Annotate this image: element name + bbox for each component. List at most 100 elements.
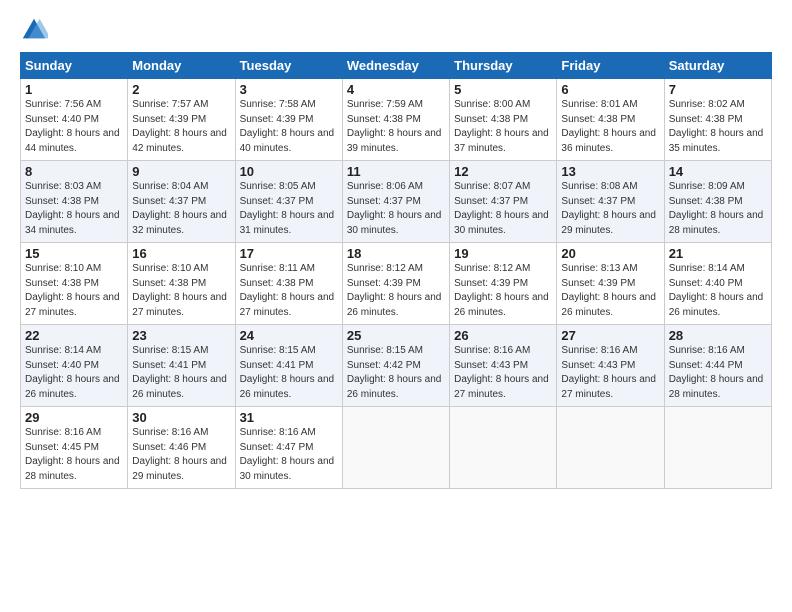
- calendar-cell: 3 Sunrise: 7:58 AMSunset: 4:39 PMDayligh…: [235, 79, 342, 161]
- day-number: 31: [240, 410, 338, 425]
- day-number: 22: [25, 328, 123, 343]
- calendar-cell: [450, 407, 557, 489]
- week-row-1: 1 Sunrise: 7:56 AMSunset: 4:40 PMDayligh…: [21, 79, 772, 161]
- calendar-cell: 20 Sunrise: 8:13 AMSunset: 4:39 PMDaylig…: [557, 243, 664, 325]
- day-number: 19: [454, 246, 552, 261]
- calendar-cell: 18 Sunrise: 8:12 AMSunset: 4:39 PMDaylig…: [342, 243, 449, 325]
- day-number: 14: [669, 164, 767, 179]
- day-number: 9: [132, 164, 230, 179]
- week-row-3: 15 Sunrise: 8:10 AMSunset: 4:38 PMDaylig…: [21, 243, 772, 325]
- calendar-cell: [557, 407, 664, 489]
- calendar-cell: 19 Sunrise: 8:12 AMSunset: 4:39 PMDaylig…: [450, 243, 557, 325]
- day-info: Sunrise: 7:58 AMSunset: 4:39 PMDaylight:…: [240, 98, 338, 156]
- calendar-cell: 24 Sunrise: 8:15 AMSunset: 4:41 PMDaylig…: [235, 325, 342, 407]
- day-number: 29: [25, 410, 123, 425]
- day-number: 15: [25, 246, 123, 261]
- day-info: Sunrise: 8:16 AMSunset: 4:43 PMDaylight:…: [561, 344, 659, 402]
- day-number: 1: [25, 82, 123, 97]
- calendar-cell: [342, 407, 449, 489]
- header: [20, 16, 772, 44]
- calendar-cell: 17 Sunrise: 8:11 AMSunset: 4:38 PMDaylig…: [235, 243, 342, 325]
- calendar-cell: 27 Sunrise: 8:16 AMSunset: 4:43 PMDaylig…: [557, 325, 664, 407]
- calendar-cell: 1 Sunrise: 7:56 AMSunset: 4:40 PMDayligh…: [21, 79, 128, 161]
- day-info: Sunrise: 8:09 AMSunset: 4:38 PMDaylight:…: [669, 180, 767, 238]
- day-number: 18: [347, 246, 445, 261]
- calendar-cell: 11 Sunrise: 8:06 AMSunset: 4:37 PMDaylig…: [342, 161, 449, 243]
- logo-icon: [20, 16, 48, 44]
- calendar-cell: 7 Sunrise: 8:02 AMSunset: 4:38 PMDayligh…: [664, 79, 771, 161]
- day-info: Sunrise: 7:57 AMSunset: 4:39 PMDaylight:…: [132, 98, 230, 156]
- day-info: Sunrise: 8:10 AMSunset: 4:38 PMDaylight:…: [25, 262, 123, 320]
- day-number: 11: [347, 164, 445, 179]
- weekday-header-row: SundayMondayTuesdayWednesdayThursdayFrid…: [21, 53, 772, 79]
- day-number: 17: [240, 246, 338, 261]
- day-info: Sunrise: 8:04 AMSunset: 4:37 PMDaylight:…: [132, 180, 230, 238]
- day-number: 16: [132, 246, 230, 261]
- day-info: Sunrise: 8:14 AMSunset: 4:40 PMDaylight:…: [25, 344, 123, 402]
- calendar-table: SundayMondayTuesdayWednesdayThursdayFrid…: [20, 52, 772, 489]
- weekday-header-wednesday: Wednesday: [342, 53, 449, 79]
- day-info: Sunrise: 8:06 AMSunset: 4:37 PMDaylight:…: [347, 180, 445, 238]
- logo: [20, 16, 52, 44]
- weekday-header-sunday: Sunday: [21, 53, 128, 79]
- calendar-cell: 30 Sunrise: 8:16 AMSunset: 4:46 PMDaylig…: [128, 407, 235, 489]
- day-number: 8: [25, 164, 123, 179]
- day-number: 21: [669, 246, 767, 261]
- day-number: 2: [132, 82, 230, 97]
- day-number: 3: [240, 82, 338, 97]
- day-info: Sunrise: 8:10 AMSunset: 4:38 PMDaylight:…: [132, 262, 230, 320]
- weekday-header-saturday: Saturday: [664, 53, 771, 79]
- calendar-cell: 14 Sunrise: 8:09 AMSunset: 4:38 PMDaylig…: [664, 161, 771, 243]
- calendar-cell: 28 Sunrise: 8:16 AMSunset: 4:44 PMDaylig…: [664, 325, 771, 407]
- day-number: 26: [454, 328, 552, 343]
- calendar-cell: 16 Sunrise: 8:10 AMSunset: 4:38 PMDaylig…: [128, 243, 235, 325]
- day-info: Sunrise: 8:12 AMSunset: 4:39 PMDaylight:…: [347, 262, 445, 320]
- calendar-cell: 4 Sunrise: 7:59 AMSunset: 4:38 PMDayligh…: [342, 79, 449, 161]
- day-info: Sunrise: 8:05 AMSunset: 4:37 PMDaylight:…: [240, 180, 338, 238]
- calendar-cell: 22 Sunrise: 8:14 AMSunset: 4:40 PMDaylig…: [21, 325, 128, 407]
- day-number: 25: [347, 328, 445, 343]
- day-info: Sunrise: 8:16 AMSunset: 4:44 PMDaylight:…: [669, 344, 767, 402]
- day-info: Sunrise: 8:08 AMSunset: 4:37 PMDaylight:…: [561, 180, 659, 238]
- day-info: Sunrise: 8:00 AMSunset: 4:38 PMDaylight:…: [454, 98, 552, 156]
- calendar-cell: 21 Sunrise: 8:14 AMSunset: 4:40 PMDaylig…: [664, 243, 771, 325]
- calendar-cell: 6 Sunrise: 8:01 AMSunset: 4:38 PMDayligh…: [557, 79, 664, 161]
- day-number: 7: [669, 82, 767, 97]
- day-number: 20: [561, 246, 659, 261]
- calendar-cell: 9 Sunrise: 8:04 AMSunset: 4:37 PMDayligh…: [128, 161, 235, 243]
- calendar-cell: 5 Sunrise: 8:00 AMSunset: 4:38 PMDayligh…: [450, 79, 557, 161]
- calendar-cell: 29 Sunrise: 8:16 AMSunset: 4:45 PMDaylig…: [21, 407, 128, 489]
- calendar-cell: 23 Sunrise: 8:15 AMSunset: 4:41 PMDaylig…: [128, 325, 235, 407]
- calendar-cell: 26 Sunrise: 8:16 AMSunset: 4:43 PMDaylig…: [450, 325, 557, 407]
- day-number: 13: [561, 164, 659, 179]
- weekday-header-thursday: Thursday: [450, 53, 557, 79]
- calendar-cell: [664, 407, 771, 489]
- day-number: 23: [132, 328, 230, 343]
- day-number: 30: [132, 410, 230, 425]
- day-info: Sunrise: 7:56 AMSunset: 4:40 PMDaylight:…: [25, 98, 123, 156]
- weekday-header-friday: Friday: [557, 53, 664, 79]
- day-info: Sunrise: 8:02 AMSunset: 4:38 PMDaylight:…: [669, 98, 767, 156]
- day-info: Sunrise: 8:16 AMSunset: 4:43 PMDaylight:…: [454, 344, 552, 402]
- calendar-cell: 31 Sunrise: 8:16 AMSunset: 4:47 PMDaylig…: [235, 407, 342, 489]
- day-info: Sunrise: 8:07 AMSunset: 4:37 PMDaylight:…: [454, 180, 552, 238]
- day-info: Sunrise: 8:12 AMSunset: 4:39 PMDaylight:…: [454, 262, 552, 320]
- week-row-4: 22 Sunrise: 8:14 AMSunset: 4:40 PMDaylig…: [21, 325, 772, 407]
- calendar-cell: 13 Sunrise: 8:08 AMSunset: 4:37 PMDaylig…: [557, 161, 664, 243]
- day-number: 27: [561, 328, 659, 343]
- day-info: Sunrise: 8:15 AMSunset: 4:41 PMDaylight:…: [132, 344, 230, 402]
- day-info: Sunrise: 8:13 AMSunset: 4:39 PMDaylight:…: [561, 262, 659, 320]
- page-container: SundayMondayTuesdayWednesdayThursdayFrid…: [0, 0, 792, 499]
- calendar-cell: 2 Sunrise: 7:57 AMSunset: 4:39 PMDayligh…: [128, 79, 235, 161]
- day-info: Sunrise: 7:59 AMSunset: 4:38 PMDaylight:…: [347, 98, 445, 156]
- day-number: 28: [669, 328, 767, 343]
- day-number: 6: [561, 82, 659, 97]
- calendar-cell: 8 Sunrise: 8:03 AMSunset: 4:38 PMDayligh…: [21, 161, 128, 243]
- calendar-cell: 25 Sunrise: 8:15 AMSunset: 4:42 PMDaylig…: [342, 325, 449, 407]
- day-info: Sunrise: 8:15 AMSunset: 4:42 PMDaylight:…: [347, 344, 445, 402]
- day-info: Sunrise: 8:15 AMSunset: 4:41 PMDaylight:…: [240, 344, 338, 402]
- day-number: 5: [454, 82, 552, 97]
- weekday-header-monday: Monday: [128, 53, 235, 79]
- day-info: Sunrise: 8:16 AMSunset: 4:47 PMDaylight:…: [240, 426, 338, 484]
- day-number: 10: [240, 164, 338, 179]
